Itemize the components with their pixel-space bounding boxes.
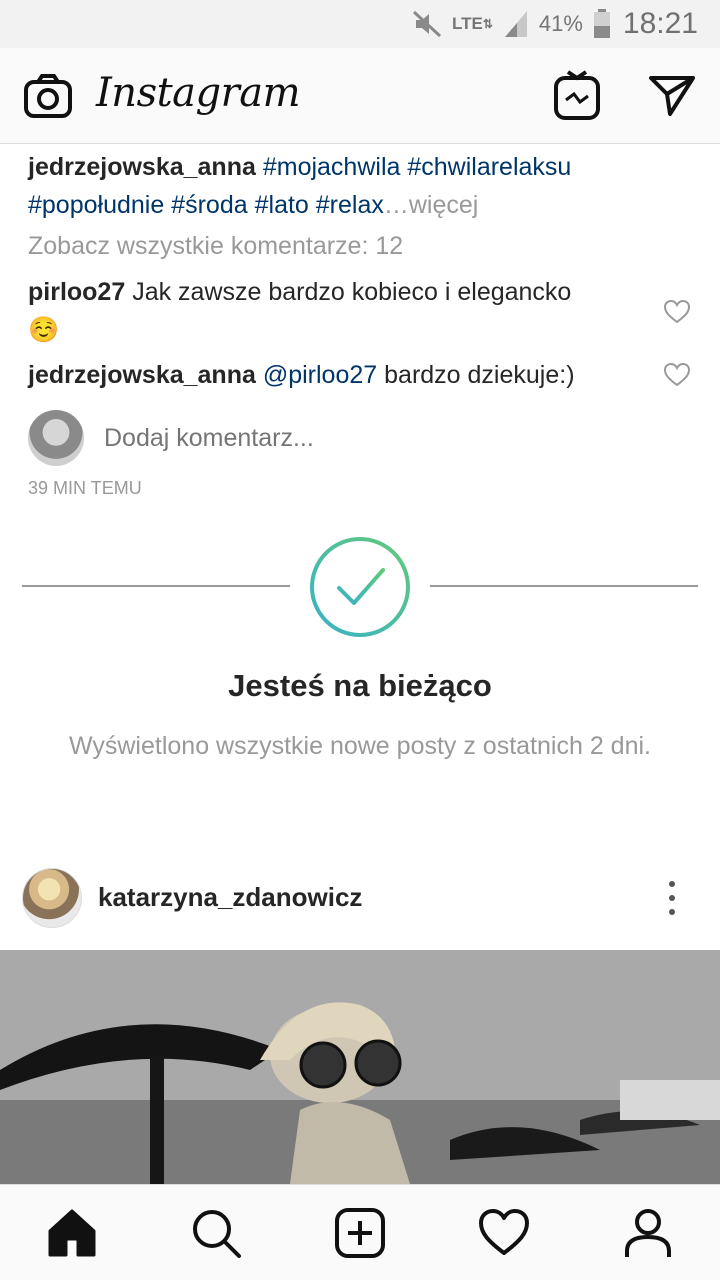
battery-icon xyxy=(593,9,611,39)
camera-icon[interactable] xyxy=(24,74,72,118)
comment-username[interactable]: jedrzejowska_anna xyxy=(28,361,256,389)
more-link[interactable]: …więcej xyxy=(384,191,478,219)
status-bar: LTE ⇅ 41% 18:21 xyxy=(0,0,720,48)
hashtag[interactable]: #lato xyxy=(255,191,309,219)
comment-item: jedrzejowska_anna @pirloo27 bardzo dziek… xyxy=(28,356,648,394)
post-photo[interactable] xyxy=(0,950,720,1184)
activity-heart-icon[interactable] xyxy=(478,1207,530,1259)
instagram-logo[interactable]: Instagram xyxy=(96,70,301,116)
add-post-icon[interactable] xyxy=(334,1207,386,1259)
app-header: Instagram xyxy=(0,48,720,144)
checkmark-circle-icon xyxy=(309,536,411,638)
post-header: katarzyna_zdanowicz xyxy=(0,864,720,934)
comment-item: pirloo27 Jak zawsze bardzo kobieco i ele… xyxy=(28,273,648,349)
home-icon[interactable] xyxy=(46,1207,98,1259)
hashtag[interactable]: #popołudnie xyxy=(28,191,164,219)
divider-left xyxy=(22,585,290,587)
comment-text: Jak zawsze bardzo kobieco i elegancko xyxy=(132,278,572,306)
bottom-navigation xyxy=(0,1184,720,1280)
avatar[interactable] xyxy=(22,868,82,928)
hashtag[interactable]: #środa xyxy=(171,191,247,219)
signal-icon xyxy=(503,9,529,39)
add-comment-row xyxy=(28,410,504,466)
igtv-icon[interactable] xyxy=(554,70,600,120)
direct-message-icon[interactable] xyxy=(648,74,696,118)
hashtag[interactable]: #chwilarelaksu xyxy=(407,153,571,181)
hashtag[interactable]: #mojachwila xyxy=(263,153,401,181)
network-indicator: LTE ⇅ xyxy=(451,14,493,33)
more-options-icon[interactable] xyxy=(660,878,684,918)
mute-icon xyxy=(412,10,442,38)
search-icon[interactable] xyxy=(190,1207,242,1259)
caught-up-subtitle: Wyświetlono wszystkie nowe posty z ostat… xyxy=(69,732,651,760)
like-comment-heart-icon[interactable] xyxy=(663,299,691,324)
hashtag[interactable]: #relax xyxy=(316,191,384,219)
comment-mention[interactable]: @pirloo27 xyxy=(263,361,377,389)
caption-username[interactable]: jedrzejowska_anna xyxy=(28,153,256,181)
post-caption: jedrzejowska_anna #mojachwila #chwilarel… xyxy=(28,148,688,224)
post-timestamp: 39 MIN TEMU xyxy=(28,478,142,498)
clock: 18:21 xyxy=(622,7,698,40)
avatar xyxy=(28,410,84,466)
post-username[interactable]: katarzyna_zdanowicz xyxy=(98,882,362,913)
comment-text: bardzo dziekuje:) xyxy=(384,361,575,389)
add-comment-input[interactable] xyxy=(104,423,504,453)
caught-up-title: Jesteś na bieżąco xyxy=(228,668,492,703)
like-comment-heart-icon[interactable] xyxy=(663,362,691,387)
battery-percent: 41% xyxy=(538,11,583,36)
profile-icon[interactable] xyxy=(622,1207,674,1259)
view-all-comments-link[interactable]: Zobacz wszystkie komentarze: 12 xyxy=(28,232,403,261)
divider-right xyxy=(430,585,698,587)
smile-emoji: ☺️ xyxy=(28,316,60,344)
comment-username[interactable]: pirloo27 xyxy=(28,278,125,306)
network-label: LTE xyxy=(451,14,483,33)
